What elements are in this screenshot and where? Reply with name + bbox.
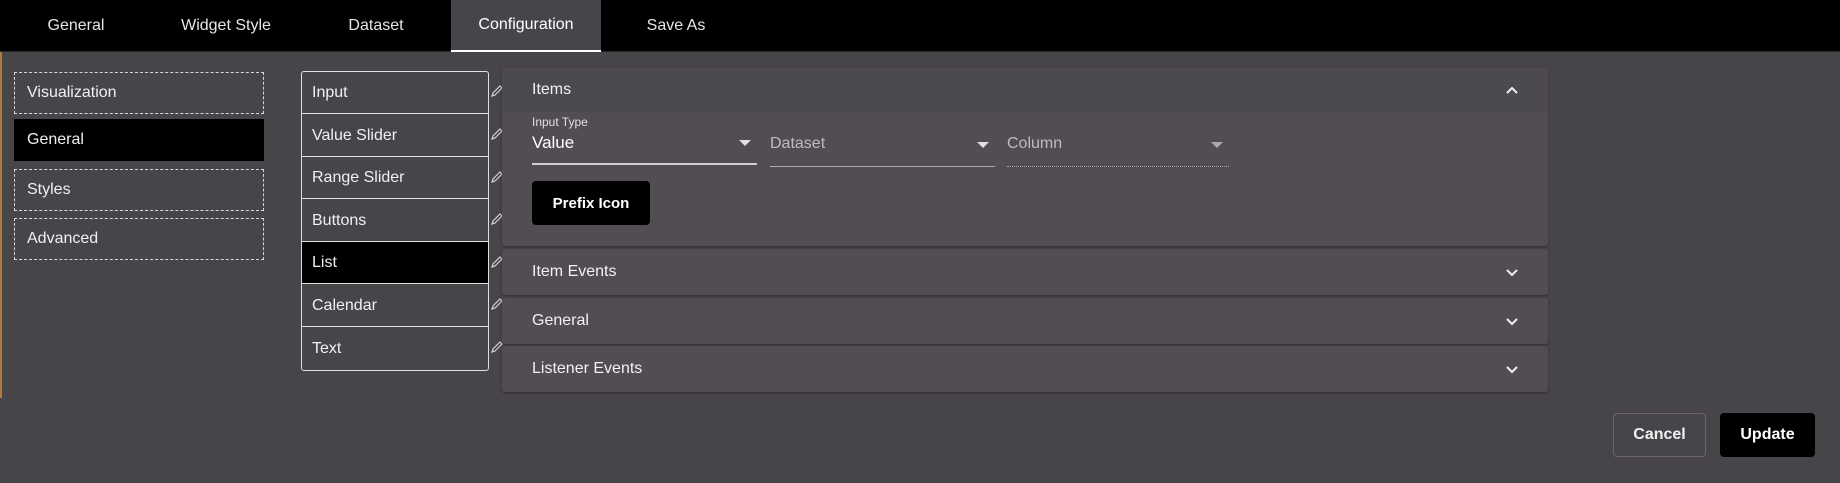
dropdown-arrow-icon <box>977 142 989 148</box>
nav-item-label: Visualization <box>27 84 117 101</box>
nav-item-label: Advanced <box>27 230 99 247</box>
input-type-value: Value <box>532 133 575 152</box>
field-underline <box>532 163 757 165</box>
chevron-down-icon[interactable] <box>1504 264 1520 280</box>
input-type-label: Input Type <box>532 115 588 129</box>
column-select[interactable]: Column <box>1007 117 1229 167</box>
field-underline <box>770 166 995 167</box>
widget-item-label: Text <box>312 340 342 357</box>
chevron-down-icon[interactable] <box>1504 313 1520 329</box>
tab-general[interactable]: General <box>20 0 132 52</box>
panel-title: Items <box>532 81 572 98</box>
panel-title: General <box>532 312 589 329</box>
cancel-button[interactable]: Cancel <box>1613 413 1706 457</box>
tab-dataset[interactable]: Dataset <box>316 0 436 52</box>
widget-item-buttons[interactable]: Buttons <box>302 200 488 242</box>
nav-item-styles[interactable]: Styles <box>14 169 264 211</box>
widget-item-label: Calendar <box>312 296 377 314</box>
item-events-panel-header[interactable]: Item Events <box>502 249 1548 295</box>
widget-item-list[interactable]: List <box>302 242 488 284</box>
nav-item-general[interactable]: General <box>14 119 264 161</box>
widget-item-label: Buttons <box>312 211 367 229</box>
prefix-icon-button[interactable]: Prefix Icon <box>532 181 650 225</box>
widget-item-label: List <box>312 253 337 271</box>
dropdown-arrow-icon <box>1211 142 1223 148</box>
chevron-up-icon[interactable] <box>1504 82 1520 98</box>
general-panel-header[interactable]: General <box>502 298 1548 344</box>
input-type-select[interactable]: Input Type Value <box>532 115 757 165</box>
tab-save-as[interactable]: Save As <box>626 0 726 52</box>
widget-item-label: Input <box>312 83 348 101</box>
widget-item-range-slider[interactable]: Range Slider <box>302 157 488 199</box>
panel-title: Listener Events <box>532 360 643 377</box>
tab-configuration[interactable]: Configuration <box>451 0 601 52</box>
update-button[interactable]: Update <box>1720 413 1815 457</box>
widget-item-value-slider[interactable]: Value Slider <box>302 115 488 157</box>
widget-item-text[interactable]: Text <box>302 328 488 370</box>
listener-events-panel-header[interactable]: Listener Events <box>502 346 1548 392</box>
widget-item-label: Range Slider <box>312 168 405 186</box>
items-panel-header[interactable]: Items <box>502 68 1548 112</box>
widget-item-label: Value Slider <box>312 126 398 144</box>
nav-item-label: General <box>27 131 84 148</box>
widget-item-input[interactable]: Input <box>302 72 488 114</box>
general-panel: General <box>502 298 1548 344</box>
column-placeholder: Column <box>1007 135 1063 152</box>
field-underline <box>1007 166 1229 167</box>
top-tab-bar: General Widget Style Dataset Configurati… <box>0 0 1840 52</box>
dropdown-arrow-icon <box>739 140 751 146</box>
listener-events-panel: Listener Events <box>502 346 1548 392</box>
panel-title: Item Events <box>532 263 617 280</box>
tab-widget-style[interactable]: Widget Style <box>160 0 292 52</box>
nav-item-label: Styles <box>27 181 71 198</box>
chevron-down-icon[interactable] <box>1504 361 1520 377</box>
window-edge <box>0 52 2 398</box>
dataset-select[interactable]: Dataset <box>770 117 995 167</box>
nav-item-visualization[interactable]: Visualization <box>14 72 264 114</box>
nav-item-advanced[interactable]: Advanced <box>14 218 264 260</box>
widget-item-calendar[interactable]: Calendar <box>302 285 488 327</box>
widget-list: Input Value Slider Range Slider Buttons … <box>301 71 489 371</box>
dataset-placeholder: Dataset <box>770 135 826 152</box>
item-events-panel: Item Events <box>502 249 1548 295</box>
